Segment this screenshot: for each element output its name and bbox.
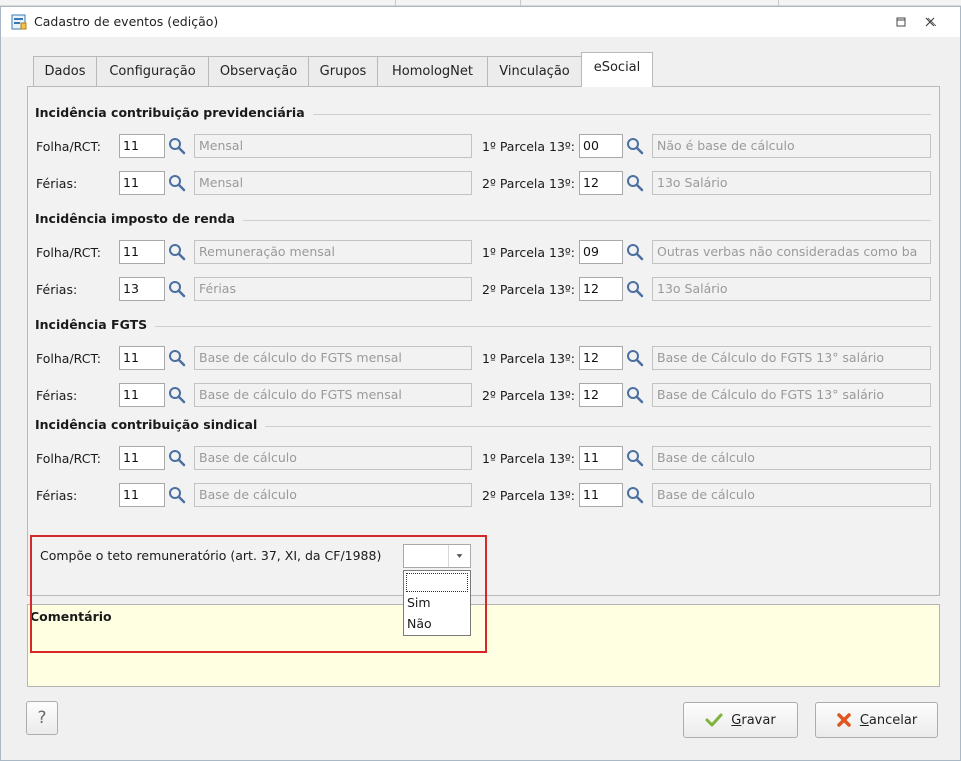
parcela-label: 1º Parcela 13º: — [482, 451, 575, 466]
row-label: Folha/RCT: — [36, 351, 101, 366]
section-divider — [35, 326, 931, 327]
incidence-code-input[interactable]: 11 — [119, 383, 165, 407]
parcela-description: Base de cálculo — [652, 483, 931, 507]
parcela-label: 1º Parcela 13º: — [482, 351, 575, 366]
search-icon[interactable] — [165, 383, 189, 407]
parcela-description: Outras verbas não consideradas como ba — [652, 240, 931, 264]
incidence-code-input[interactable]: 11 — [119, 346, 165, 370]
parcela-code-input[interactable]: 12 — [579, 171, 623, 195]
incidence-code-input[interactable]: 11 — [119, 171, 165, 195]
parcela-description: Base de Cálculo do FGTS 13° salário — [652, 383, 931, 407]
cancel-label: ancelar — [868, 712, 918, 728]
save-label: ravar — [741, 712, 776, 728]
parcela-description: 13o Salário — [652, 277, 931, 301]
search-icon[interactable] — [165, 446, 189, 470]
row-label: Folha/RCT: — [36, 245, 101, 260]
cancel-mnemonic: C — [859, 712, 869, 728]
highlight-annotation — [30, 535, 487, 653]
parcela-code-input[interactable]: 09 — [579, 240, 623, 264]
window-title: Cadastro de eventos (edição) — [34, 14, 219, 29]
help-button[interactable]: ? — [26, 701, 58, 735]
save-button[interactable]: Gravar — [683, 702, 798, 738]
incidence-code-input[interactable]: 11 — [119, 483, 165, 507]
parcela-code-input[interactable]: 12 — [579, 346, 623, 370]
incidence-description: Mensal — [194, 171, 472, 195]
search-icon[interactable] — [165, 346, 189, 370]
parcela-label: 1º Parcela 13º: — [482, 139, 575, 154]
incidence-description: Base de cálculo — [194, 483, 472, 507]
event-editor-window: Cadastro de eventos (edição) Dados Confi… — [0, 6, 961, 761]
search-icon[interactable] — [623, 446, 647, 470]
parcela-description: 13o Salário — [652, 171, 931, 195]
row-label: Férias: — [36, 282, 78, 297]
tab-esocial[interactable]: eSocial — [581, 52, 653, 87]
search-icon[interactable] — [623, 134, 647, 158]
tab-vinculacao[interactable]: Vinculação — [487, 56, 582, 86]
help-label: ? — [37, 708, 47, 728]
parcela-description: Não é base de cálculo — [652, 134, 931, 158]
row-label: Férias: — [36, 388, 78, 403]
save-mnemonic: G — [731, 712, 742, 728]
x-icon — [836, 712, 852, 728]
tab-observacao[interactable]: Observação — [208, 56, 309, 86]
incidence-description: Base de cálculo — [194, 446, 472, 470]
search-icon[interactable] — [165, 134, 189, 158]
incidence-description: Remuneração mensal — [194, 240, 472, 264]
search-icon[interactable] — [623, 483, 647, 507]
incidence-description: Base de cálculo do FGTS mensal — [194, 346, 472, 370]
parcela-code-input[interactable]: 11 — [579, 446, 623, 470]
tab-configuracao[interactable]: Configuração — [96, 56, 209, 86]
parcela-label: 2º Parcela 13º: — [482, 282, 575, 297]
incidence-description: Férias — [194, 277, 472, 301]
search-icon[interactable] — [165, 171, 189, 195]
parcela-description: Base de cálculo — [652, 446, 931, 470]
parcela-code-input[interactable]: 11 — [579, 483, 623, 507]
tab-homolognet[interactable]: HomologNet — [377, 56, 488, 86]
title-bar: Cadastro de eventos (edição) — [1, 7, 960, 37]
parcela-code-input[interactable]: 12 — [579, 277, 623, 301]
search-icon[interactable] — [623, 171, 647, 195]
esocial-tab-panel: Incidência contribuição previdenciária Fo… — [27, 86, 940, 596]
search-icon[interactable] — [623, 383, 647, 407]
tab-dados[interactable]: Dados — [33, 56, 97, 86]
parcela-code-input[interactable]: 00 — [579, 134, 623, 158]
parcela-label: 2º Parcela 13º: — [482, 388, 575, 403]
app-icon — [11, 14, 27, 30]
row-label: Folha/RCT: — [36, 139, 101, 154]
parcela-label: 1º Parcela 13º: — [482, 245, 575, 260]
search-icon[interactable] — [165, 240, 189, 264]
section-title: Incidência contribuição sindical — [35, 417, 266, 432]
search-icon[interactable] — [165, 277, 189, 301]
section-title: Incidência imposto de renda — [35, 211, 243, 226]
search-icon[interactable] — [623, 277, 647, 301]
tab-grupos[interactable]: Grupos — [308, 56, 378, 86]
incidence-code-input[interactable]: 11 — [119, 134, 165, 158]
row-label: Folha/RCT: — [36, 451, 101, 466]
incidence-description: Base de cálculo do FGTS mensal — [194, 383, 472, 407]
parcela-label: 2º Parcela 13º: — [482, 488, 575, 503]
row-label: Férias: — [36, 176, 78, 191]
incidence-code-input[interactable]: 13 — [119, 277, 165, 301]
parcela-code-input[interactable]: 12 — [579, 383, 623, 407]
close-window-icon[interactable] — [919, 13, 941, 31]
restore-window-icon[interactable] — [890, 13, 912, 31]
cancel-button[interactable]: Cancelar — [815, 702, 938, 738]
check-icon — [705, 713, 723, 727]
parcela-description: Base de Cálculo do FGTS 13° salário — [652, 346, 931, 370]
parcela-label: 2º Parcela 13º: — [482, 176, 575, 191]
incidence-description: Mensal — [194, 134, 472, 158]
incidence-code-input[interactable]: 11 — [119, 240, 165, 264]
row-label: Férias: — [36, 488, 78, 503]
section-title: Incidência contribuição previdenciária — [35, 105, 313, 120]
search-icon[interactable] — [165, 483, 189, 507]
section-title: Incidência FGTS — [35, 317, 156, 332]
search-icon[interactable] — [623, 346, 647, 370]
incidence-code-input[interactable]: 11 — [119, 446, 165, 470]
search-icon[interactable] — [623, 240, 647, 264]
